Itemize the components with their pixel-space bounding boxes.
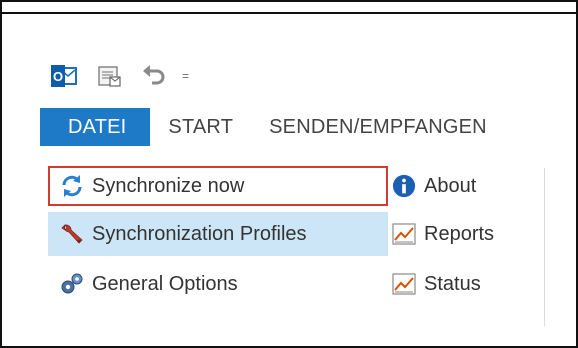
ribbon-panel: Synchronize now Synchronization Profiles… [40,160,578,330]
general-options-label: General Options [92,272,238,295]
app-letter: O [53,69,63,84]
about-button[interactable]: About [392,166,476,206]
sync-arrows-icon [60,174,84,198]
about-label: About [424,174,477,197]
ribbon-group-separator [544,168,545,326]
tab-start[interactable]: START [150,108,251,146]
synchronization-profiles-label: Synchronization Profiles [92,222,307,245]
synchronize-now-button[interactable]: Synchronize now [48,166,388,206]
chart-icon [392,222,416,246]
status-label: Status [424,272,481,295]
info-icon [392,174,416,198]
gears-icon [60,272,84,296]
tab-senden-empfangen[interactable]: SENDEN/EMPFANGEN [251,108,505,146]
chart-icon [392,272,416,296]
ribbon-tab-bar: DATEI START SENDEN/EMPFANGEN [40,108,578,146]
reports-label: Reports [424,222,495,245]
customize-dropdown-icon[interactable]: = [182,69,189,83]
reports-button[interactable]: Reports [392,214,494,254]
undo-icon[interactable] [140,64,168,88]
mailbox-icon[interactable] [96,63,122,89]
quick-access-toolbar: O = [50,60,189,92]
general-options-button[interactable]: General Options [48,264,388,304]
wrench-icon [60,222,84,246]
synchronization-profiles-button[interactable]: Synchronization Profiles [48,212,388,256]
status-button[interactable]: Status [392,264,481,304]
synchronize-now-label: Synchronize now [92,174,245,197]
tab-datei[interactable]: DATEI [40,108,151,146]
outlook-app-icon[interactable]: O [50,63,78,89]
